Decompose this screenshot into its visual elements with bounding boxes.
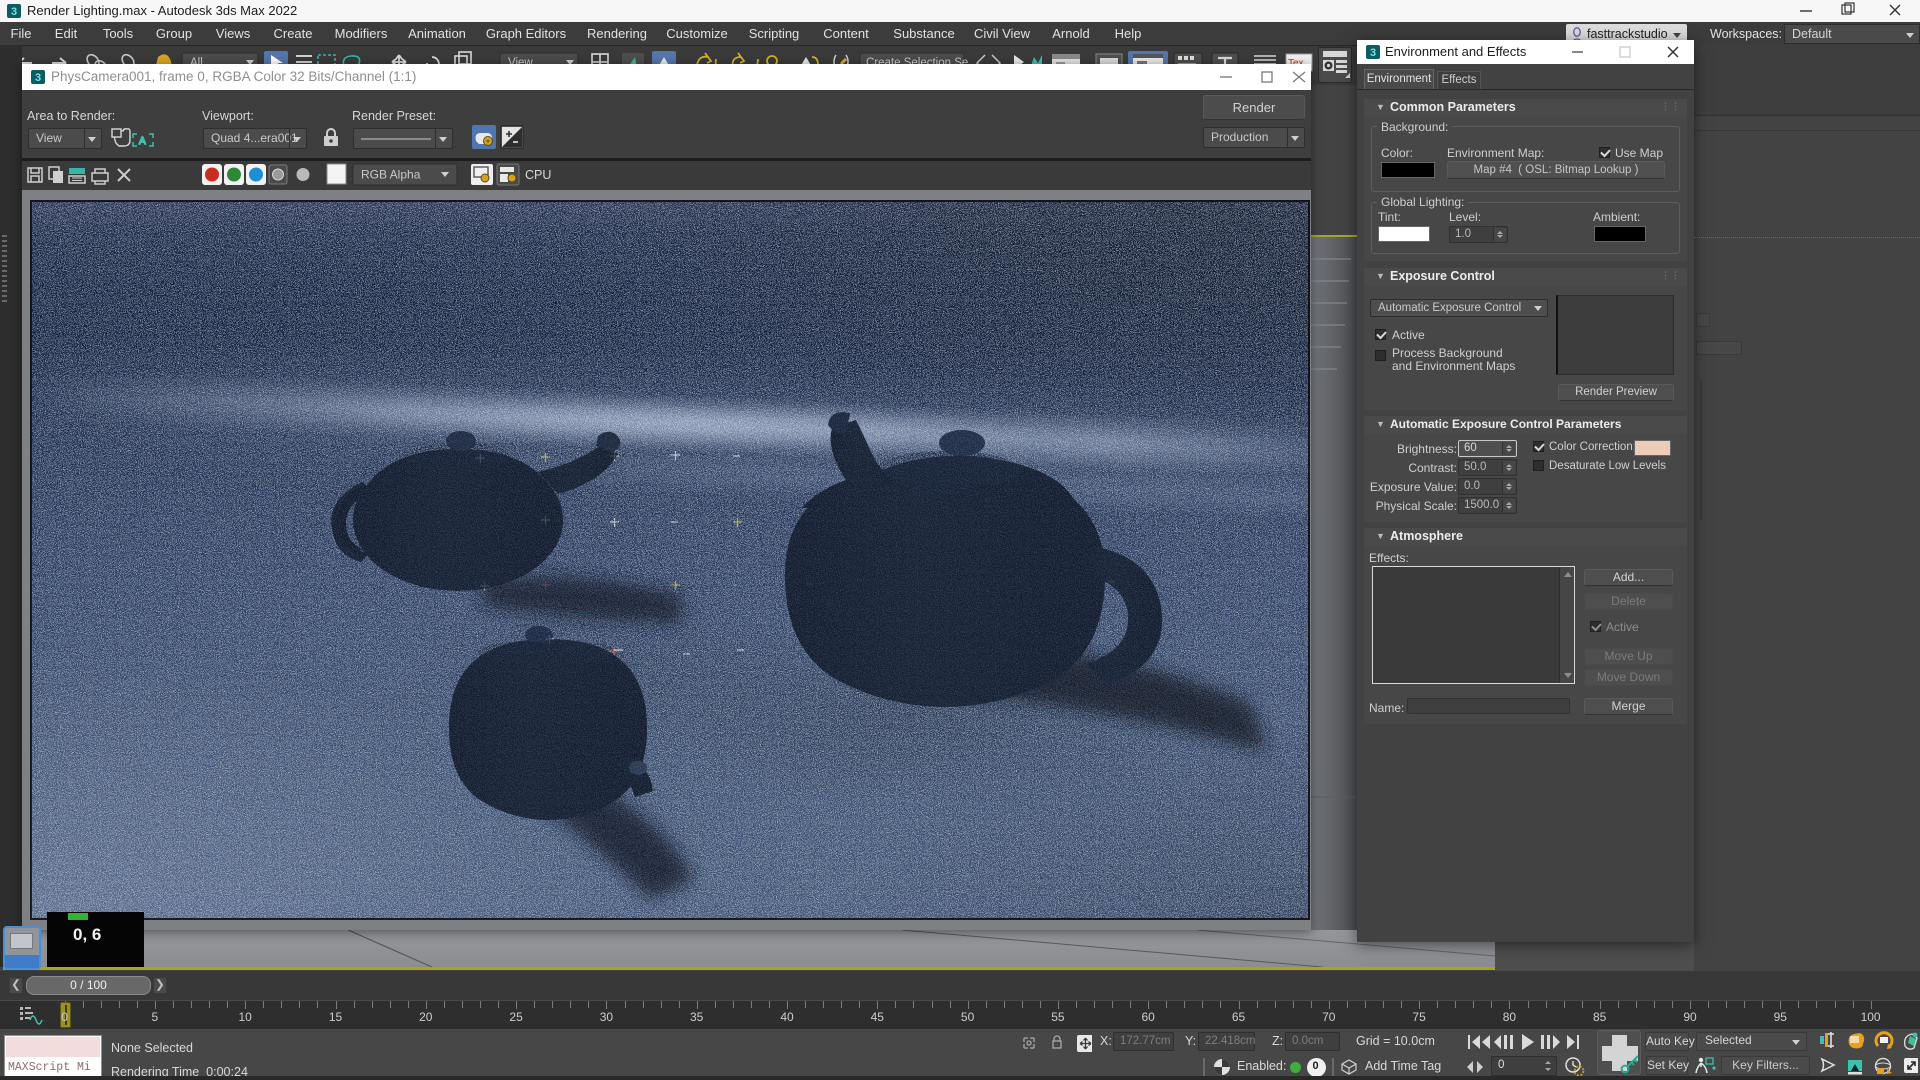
svg-text:3: 3 — [35, 72, 41, 84]
svg-text:RGB Alpha: RGB Alpha — [361, 168, 421, 182]
svg-text:A: A — [139, 136, 146, 147]
svg-text:3: 3 — [1370, 47, 1376, 59]
svg-text:CPU: CPU — [525, 168, 551, 182]
svg-text:3: 3 — [11, 6, 17, 18]
